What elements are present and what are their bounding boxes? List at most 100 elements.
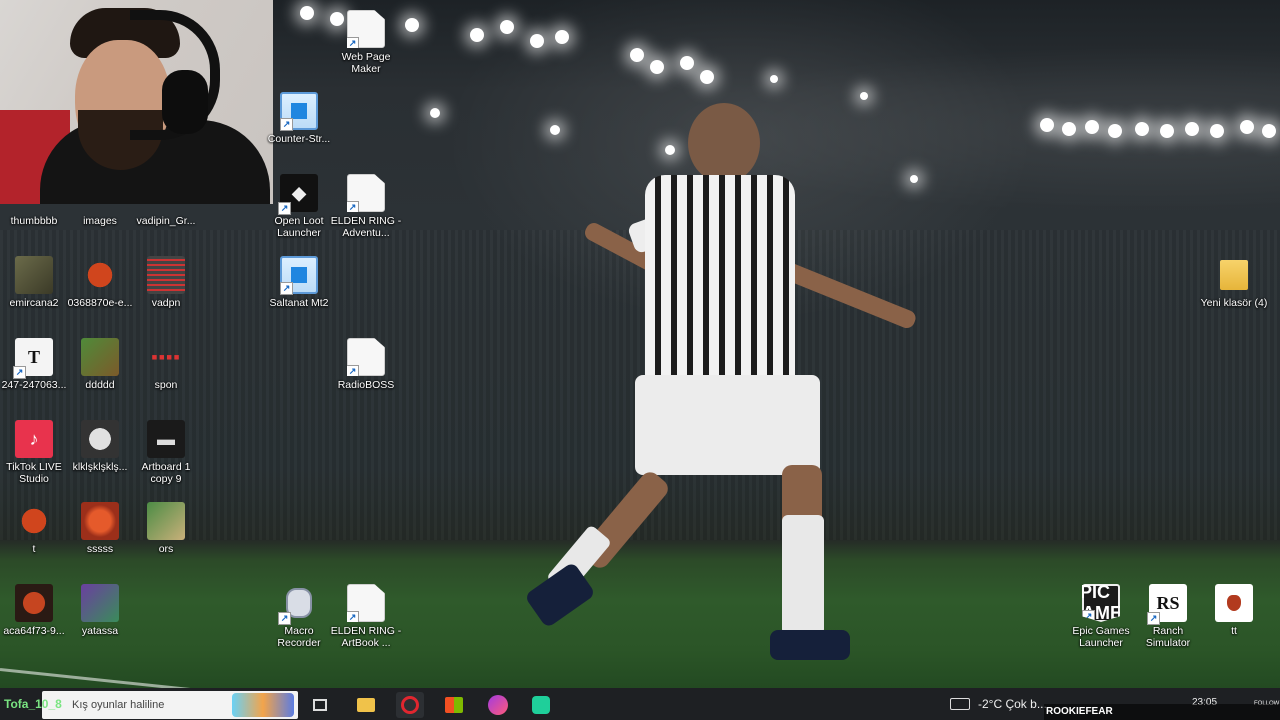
streamer-tag: Tofa_10_8 xyxy=(4,697,62,711)
web-page-maker-label: Web Page Maker xyxy=(341,51,391,75)
tt-label: tt xyxy=(1231,625,1237,637)
klklsklsklks-icon xyxy=(81,420,119,458)
yeni-klasor-4-icon xyxy=(1215,256,1253,294)
desktop-icon-elden-ring-adventure[interactable]: ELDEN RING - Adventu... xyxy=(330,174,402,244)
desktop-icon-epic-games-launcher[interactable]: EPIC GAMES Epic Games Launcher xyxy=(1067,584,1135,654)
desktop-icon-ranch-simulator[interactable]: RSRanch Simulator xyxy=(1134,584,1202,654)
ddddd-label: ddddd xyxy=(85,379,115,391)
vadpn-label: vadpn xyxy=(151,297,181,309)
desktop-icon-ors[interactable]: ors xyxy=(132,502,200,572)
vadipin-gr-label: vadipin_Gr... xyxy=(136,215,196,227)
messenger-button[interactable] xyxy=(484,692,512,718)
0368870e-label: 0368870e-e... xyxy=(67,297,133,309)
desktop-icon-artboard-1-copy-9[interactable]: ▬ Artboard 1 copy 9 xyxy=(132,420,200,490)
counter-strike-label: Counter-Str... xyxy=(267,133,331,145)
wallpaper-player xyxy=(520,95,940,695)
vadipin-gr-icon xyxy=(147,182,185,212)
desktop-icon-klklsklsklks[interactable]: klklşklşklş... xyxy=(66,420,134,490)
store-button[interactable] xyxy=(440,692,468,718)
open-loot-launcher-icon: ◆ xyxy=(278,174,318,215)
epic-games-launcher-label: Epic Games Launcher xyxy=(1072,625,1130,649)
artboard-1-copy-9-icon: ▬ xyxy=(147,420,185,458)
store-icon xyxy=(445,697,463,713)
desktop-icon-vadpn[interactable]: vadpn xyxy=(132,256,200,326)
desktop-icon-aca64f73[interactable]: aca64f73-9... xyxy=(0,584,68,654)
desktop-icon-ddddd[interactable]: ddddd xyxy=(66,338,134,408)
desktop-icon-tt[interactable]: tt xyxy=(1200,584,1268,654)
0368870e-icon xyxy=(81,256,119,294)
macro-recorder-label: Macro Recorder xyxy=(277,625,321,649)
klklsklsklks-label: klklşklşklş... xyxy=(72,461,128,473)
sssss-icon xyxy=(81,502,119,540)
chat-app-button[interactable] xyxy=(527,692,555,718)
desktop-icon-tiktok-live-studio[interactable]: ♪ TikTok LIVE Studio xyxy=(0,420,68,490)
epic-games-launcher-icon: EPIC GAMES xyxy=(1082,584,1120,622)
desktop-icon-open-loot-launcher[interactable]: ◆Open Loot Launcher xyxy=(265,174,333,244)
desktop-icon-macro-recorder[interactable]: Macro Recorder xyxy=(265,584,333,654)
tt-icon xyxy=(1215,584,1253,622)
folder-icon xyxy=(357,698,375,712)
desktop-icon-247-247063[interactable]: T247-247063... xyxy=(0,338,68,408)
elden-ring-adventure-icon xyxy=(347,174,385,212)
247-247063-icon: T xyxy=(13,338,53,379)
yatassa-icon xyxy=(81,584,119,622)
desktop-icon-elden-ring-artbook[interactable]: ELDEN RING - ArtBook ... xyxy=(330,584,402,654)
images-icon xyxy=(81,182,119,212)
emircana2-label: emircana2 xyxy=(9,297,59,309)
search-text: Kış oyunlar haliline xyxy=(72,699,165,711)
yatassa-label: yatassa xyxy=(81,625,119,637)
desktop-icon-images[interactable]: images xyxy=(66,182,134,252)
ranch-simulator-icon: RS xyxy=(1147,584,1187,625)
sssss-label: sssss xyxy=(86,543,114,555)
desktop-icon-0368870e[interactable]: 0368870e-e... xyxy=(66,256,134,326)
web-page-maker-icon xyxy=(347,10,385,48)
system-tray: -2°C Çok b... xyxy=(950,688,1047,720)
open-loot-launcher-label: Open Loot Launcher xyxy=(274,215,324,239)
tiktok-live-studio-label: TikTok LIVE Studio xyxy=(6,461,62,485)
desktop-icon-emircana2[interactable]: emircana2 xyxy=(0,256,68,326)
thumbbbb-icon xyxy=(15,182,53,212)
desktop-icon-web-page-maker[interactable]: Web Page Maker xyxy=(332,10,400,80)
desktop-icon-saltanat-mt2[interactable]: Saltanat Mt2 xyxy=(265,256,333,326)
desktop-icon-spon[interactable]: ▪▪▪▪ spon xyxy=(132,338,200,408)
radioboss-icon xyxy=(347,338,385,376)
saltanat-mt2-icon xyxy=(280,256,318,295)
desktop-icon-yatassa[interactable]: yatassa xyxy=(66,584,134,654)
ors-label: ors xyxy=(158,543,174,555)
saltanat-mt2-label: Saltanat Mt2 xyxy=(269,297,329,309)
aca64f73-icon xyxy=(15,584,53,622)
search-highlight-image xyxy=(232,693,294,717)
yeni-klasor-4-label: Yeni klasör (4) xyxy=(1200,297,1268,309)
messenger-icon xyxy=(488,695,508,715)
desktop-icon-radioboss[interactable]: RadioBOSS xyxy=(332,338,400,408)
desktop-icon-t[interactable]: t xyxy=(0,502,68,572)
webcam-overlay xyxy=(0,0,273,204)
elden-ring-artbook-label: ELDEN RING - ArtBook ... xyxy=(330,625,402,649)
247-247063-label: 247-247063... xyxy=(1,379,67,391)
desktop-icon-counter-strike[interactable]: Counter-Str... xyxy=(265,92,333,162)
t-icon xyxy=(15,502,53,540)
desktop-icon-yeni-klasor-4[interactable]: Yeni klasör (4) xyxy=(1200,256,1268,326)
task-view-button[interactable] xyxy=(306,692,334,718)
elden-ring-artbook-icon xyxy=(347,584,385,622)
desktop-icon-vadipin-gr[interactable]: vadipin_Gr... xyxy=(132,182,200,252)
elden-ring-adventure-label: ELDEN RING - Adventu... xyxy=(330,215,402,239)
vadpn-icon xyxy=(147,256,185,294)
spon-label: spon xyxy=(154,379,178,391)
file-explorer-button[interactable] xyxy=(352,692,380,718)
keyboard-icon[interactable] xyxy=(950,698,970,710)
ors-icon xyxy=(147,502,185,540)
task-view-icon xyxy=(313,699,327,711)
opera-icon xyxy=(401,696,419,714)
taskbar-search-box[interactable]: Kış oyunlar haliline xyxy=(42,691,298,719)
emircana2-icon xyxy=(15,256,53,294)
watermark: ROOKIEFEAR xyxy=(1044,704,1280,720)
opera-button[interactable] xyxy=(396,692,424,718)
desktop-icon-sssss[interactable]: sssss xyxy=(66,502,134,572)
desktop-icon-thumbbbb[interactable]: thumbbbb xyxy=(0,182,68,252)
images-label: images xyxy=(83,215,117,227)
weather-text[interactable]: -2°C Çok b... xyxy=(978,697,1047,711)
artboard-1-copy-9-label: Artboard 1 copy 9 xyxy=(141,461,191,485)
ranch-simulator-label: Ranch Simulator xyxy=(1145,625,1191,649)
chat-app-icon xyxy=(532,696,550,714)
